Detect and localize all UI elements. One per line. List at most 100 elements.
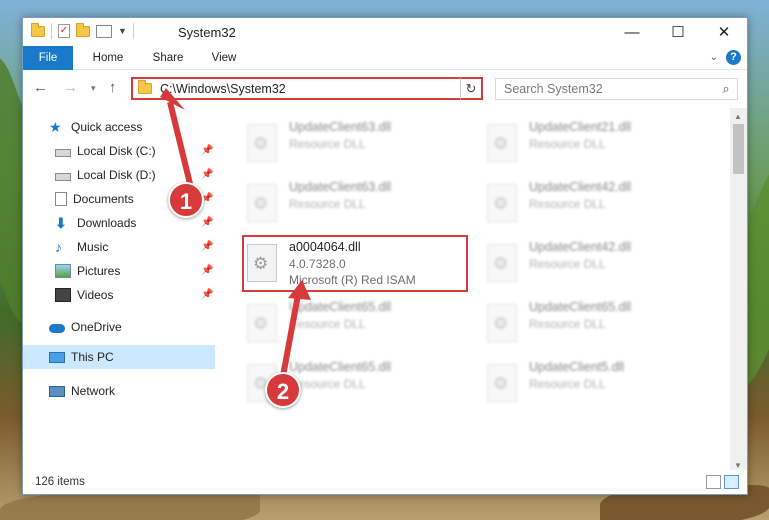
pin-icon[interactable]: 📌 [201, 265, 213, 276]
sidebar-item-videos[interactable]: Videos [55, 284, 113, 306]
tab-share[interactable]: Share [143, 46, 193, 70]
pin-icon[interactable]: 📌 [201, 241, 213, 252]
callout-1: 1 [168, 182, 204, 218]
up-arrow-icon[interactable]: ↑ [109, 79, 117, 96]
sidebar-item-quick-access[interactable]: ★ Quick access [49, 116, 142, 138]
sidebar-item-label: Local Disk (C:) [77, 144, 156, 158]
item-count: 126 items [35, 476, 85, 488]
file-name: UpdateClient21.dll [529, 120, 632, 134]
tab-view[interactable]: View [201, 46, 247, 70]
back-arrow-icon[interactable]: ← [33, 79, 48, 96]
navigation-pane: ★ Quick access Local Disk (C:) 📌 Local D… [23, 108, 215, 472]
sidebar-item-local-disk-c[interactable]: Local Disk (C:) [55, 140, 156, 162]
tab-home[interactable]: Home [81, 46, 135, 70]
tiles-view-icon[interactable] [724, 475, 739, 489]
dll-file-icon [487, 184, 517, 222]
sidebar-item-this-pc[interactable]: This PC [49, 346, 114, 368]
minimize-button[interactable]: — [609, 18, 655, 46]
dll-file-icon [487, 124, 517, 162]
disk-icon [55, 172, 71, 181]
dll-file-icon [247, 184, 277, 222]
file-item[interactable]: UpdateClient21.dll Resource DLL [481, 118, 711, 168]
folder-icon [138, 80, 152, 94]
dll-file-icon [247, 304, 277, 342]
scroll-up-icon[interactable]: ▲ [734, 112, 742, 121]
dll-file-icon [247, 124, 277, 162]
star-icon: ★ [49, 119, 62, 135]
status-bar: 126 items [23, 470, 747, 494]
file-item[interactable]: UpdateClient65.dll Resource DLL [241, 298, 471, 348]
file-name: UpdateClient65.dll [529, 300, 632, 314]
pin-icon[interactable]: 📌 [201, 289, 213, 300]
ribbon-right-controls: ⌄ ? [710, 50, 741, 65]
forward-arrow-icon[interactable]: → [63, 79, 78, 96]
sidebar-item-label: Local Disk (D:) [77, 168, 156, 182]
scroll-thumb[interactable] [733, 124, 744, 174]
new-folder-icon[interactable] [76, 22, 90, 37]
toolbar-divider [51, 23, 52, 39]
pin-icon[interactable]: 📌 [201, 217, 213, 228]
pin-icon[interactable]: 📌 [201, 169, 213, 180]
pin-icon[interactable]: 📌 [201, 145, 213, 156]
sidebar-item-documents[interactable]: Documents [55, 188, 134, 210]
details-view-icon[interactable] [706, 475, 721, 489]
sidebar-item-label: Downloads [77, 216, 137, 230]
sidebar-item-label: Music [77, 240, 109, 254]
window-title: System32 [178, 25, 236, 40]
window-controls: — ☐ ✕ [609, 18, 747, 46]
customize-dropdown-icon[interactable]: ▼ [118, 26, 127, 36]
expand-ribbon-icon[interactable]: ⌄ [710, 52, 718, 63]
file-item[interactable]: UpdateClient42.dll Resource DLL [481, 178, 711, 228]
address-bar[interactable]: C:\Windows\System32 ⌄ [131, 77, 481, 100]
search-box[interactable]: Search System32 ⌕ [495, 78, 738, 100]
file-type: Resource DLL [529, 377, 606, 391]
properties-check-icon[interactable]: ✓ [58, 24, 70, 38]
file-explorer-window: ✓ ▼ System32 — ☐ ✕ File Home Share View … [22, 17, 748, 495]
refresh-button[interactable]: ↻ [460, 77, 483, 100]
sidebar-item-downloads[interactable]: ⬇ Downloads [55, 212, 136, 234]
quick-access-toolbar: ✓ ▼ [31, 22, 134, 39]
file-item[interactable]: UpdateClient63.dll Resource DLL [241, 118, 471, 168]
file-type: Resource DLL [529, 317, 606, 331]
sidebar-item-network[interactable]: Network [49, 380, 115, 402]
file-type: Resource DLL [289, 137, 366, 151]
sidebar-item-onedrive[interactable]: OneDrive [49, 316, 122, 338]
disk-icon [55, 148, 71, 157]
properties-icon[interactable] [96, 24, 112, 38]
sidebar-item-label: Quick access [71, 120, 143, 134]
file-name: UpdateClient42.dll [529, 240, 632, 254]
view-switcher [706, 475, 739, 489]
vertical-scrollbar[interactable]: ▲ ▼ [730, 108, 747, 472]
sidebar-item-label: Pictures [77, 264, 121, 278]
close-button[interactable]: ✕ [701, 18, 747, 46]
file-type: Resource DLL [529, 197, 606, 211]
recent-locations-icon[interactable]: ▾ [91, 83, 96, 94]
dll-file-icon [487, 364, 517, 402]
search-input[interactable]: Search System32 [504, 82, 715, 96]
address-path[interactable]: C:\Windows\System32 [160, 82, 459, 96]
sidebar-item-local-disk-d[interactable]: Local Disk (D:) [55, 164, 156, 186]
sidebar-item-pictures[interactable]: Pictures [55, 260, 120, 282]
scroll-down-icon[interactable]: ▼ [734, 461, 742, 470]
navigation-bar: ← → ▾ ↑ C:\Windows\System32 ⌄ ↻ Search S… [23, 74, 747, 104]
file-item[interactable]: UpdateClient63.dll Resource DLL [241, 178, 471, 228]
dll-file-icon [487, 304, 517, 342]
file-item[interactable]: UpdateClient65.dll Resource DLL [481, 298, 711, 348]
callout-2: 2 [265, 372, 301, 408]
downloads-icon: ⬇ [55, 215, 67, 231]
file-item[interactable]: UpdateClient5.dll Resource DLL [481, 358, 711, 408]
file-name: UpdateClient65.dll [289, 360, 392, 374]
sidebar-item-music[interactable]: ♪ Music [55, 236, 108, 258]
file-type: Resource DLL [529, 137, 606, 151]
music-icon: ♪ [55, 239, 62, 255]
pictures-icon [55, 264, 71, 278]
help-icon[interactable]: ? [726, 50, 741, 65]
sidebar-item-label: Network [71, 384, 116, 398]
refresh-icon: ↻ [465, 81, 477, 96]
file-item[interactable]: UpdateClient42.dll Resource DLL [481, 238, 711, 288]
search-icon: ⌕ [722, 81, 730, 96]
toolbar-divider [132, 23, 134, 39]
tab-file[interactable]: File [23, 46, 73, 70]
maximize-button[interactable]: ☐ [655, 18, 701, 46]
file-type: Resource DLL [529, 257, 606, 271]
